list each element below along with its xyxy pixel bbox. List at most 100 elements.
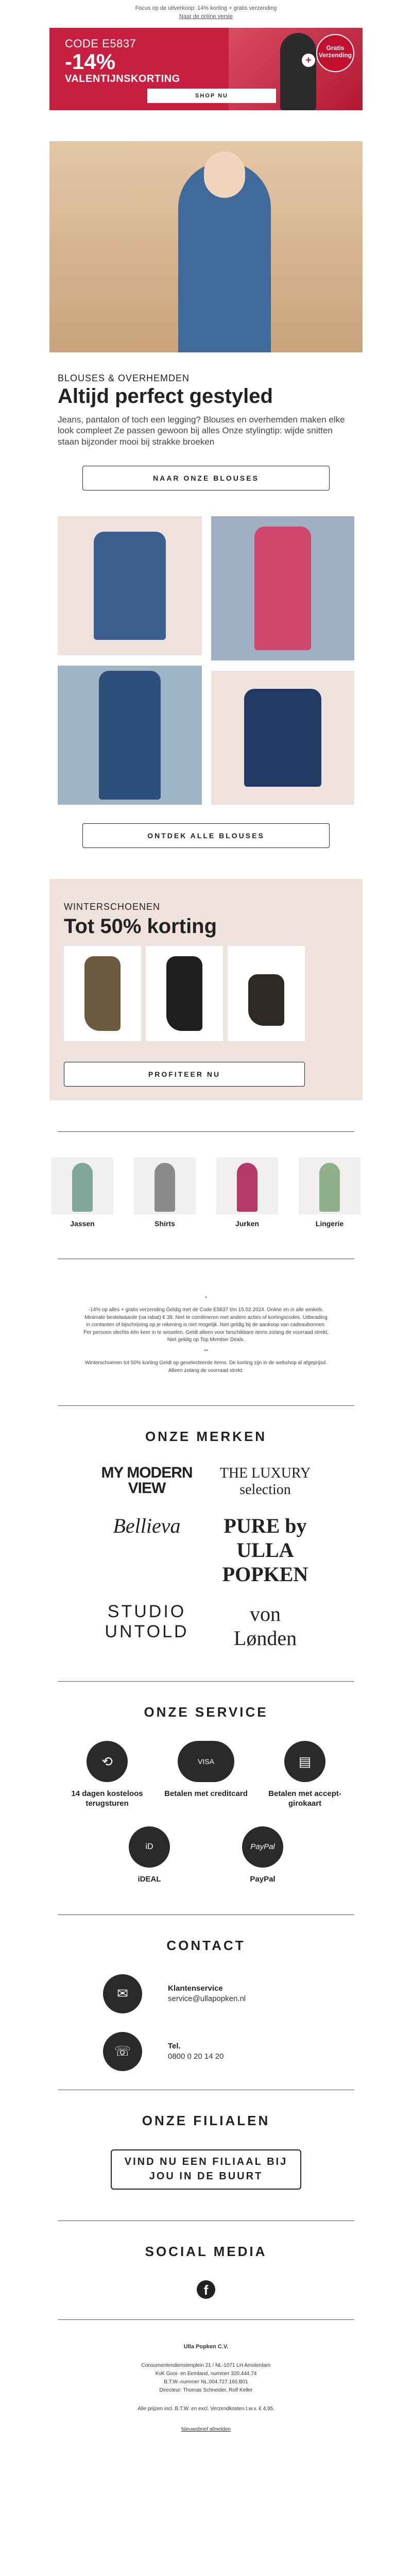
phone-icon: ☏ xyxy=(103,2031,142,2071)
blouse-image xyxy=(94,531,166,640)
promo-model-image xyxy=(280,33,316,110)
footnote-text: -14% op alles + gratis verzending Geldig… xyxy=(83,1307,329,1343)
service-row-2: iD iDEAL PayPal PayPal xyxy=(108,1826,304,1884)
service-item: ▤ Betalen met accept-girokaart xyxy=(255,1741,354,1809)
service-label: 14 dagen kosteloos terugsturen xyxy=(71,1789,143,1808)
blouse-image xyxy=(244,688,321,787)
service-grid: ⟲ 14 dagen kosteloos terugsturen VISA Be… xyxy=(58,1741,354,1809)
service-item: ⟲ 14 dagen kosteloos terugsturen xyxy=(58,1741,157,1809)
product-tile[interactable] xyxy=(58,516,202,655)
promo-text: CODE E5837 -14% VALENTIJNSKORTING xyxy=(65,37,180,85)
service-heading: ONZE SERVICE xyxy=(144,1704,268,1720)
footnote-marker: * xyxy=(205,1295,207,1301)
boot-image xyxy=(84,956,121,1031)
footnote-marker: ** xyxy=(204,1348,208,1354)
category-image xyxy=(134,1157,196,1214)
divider xyxy=(58,2319,354,2320)
category-figure xyxy=(237,1162,258,1212)
shop-now-button[interactable]: SHOP NU xyxy=(147,89,276,103)
mail-icon: ✉ xyxy=(103,1974,142,2013)
category-label: Shirts xyxy=(154,1219,175,1228)
company-directors: Directeur: Thomas Schneider, Rolf Keller xyxy=(159,2387,253,2394)
blouses-text: Jeans, pantalon of toch een legging? Blo… xyxy=(58,415,345,447)
contact-heading: CONTACT xyxy=(166,1937,246,1953)
brand-logo[interactable]: von Lønden xyxy=(216,1602,314,1650)
blouses-kicker: BLOUSES & OVERHEMDEN xyxy=(58,373,190,383)
preheader: Focus op de uitverkoop: 14% korting + gr… xyxy=(135,5,277,11)
social-heading: SOCIAL MEDIA xyxy=(145,2243,267,2259)
unsubscribe-link[interactable]: Nieuwsbrief afmelden xyxy=(88,2426,324,2434)
divider xyxy=(58,1405,354,1406)
creditcard-icon: VISA xyxy=(178,1741,234,1783)
facebook-icon[interactable]: f xyxy=(197,2280,215,2299)
service-label: Betalen met creditcard xyxy=(164,1789,248,1799)
winter-shoes-block: WINTERSCHOENEN Tot 50% korting PROFITEER… xyxy=(49,878,363,1100)
service-label: iDEAL xyxy=(138,1874,161,1884)
footer: Ulla Popken C.V. Consumentendienstenplei… xyxy=(88,2343,324,2434)
divider xyxy=(58,1131,354,1132)
brands-heading: ONZE MERKEN xyxy=(145,1429,267,1445)
shoe-tile[interactable] xyxy=(228,945,305,1041)
brand-logo[interactable]: PURE by ULLA POPKEN xyxy=(216,1514,314,1586)
blouse-model-image xyxy=(99,670,161,800)
category-label: Jurken xyxy=(235,1219,259,1228)
category-figure xyxy=(319,1162,340,1212)
paypal-icon: PayPal xyxy=(242,1826,283,1868)
category-jurken[interactable]: Jurken xyxy=(216,1157,278,1228)
product-tile[interactable] xyxy=(58,665,202,805)
contact-phone-row[interactable]: ☏ Tel. 0800 0 20 14 20 xyxy=(103,2031,412,2071)
service-label: PayPal xyxy=(250,1874,276,1884)
phone-value[interactable]: 0800 0 20 14 20 xyxy=(168,2052,224,2061)
online-version-link[interactable]: Naar de online versie xyxy=(0,13,412,28)
divider xyxy=(58,1681,354,1682)
all-blouses-button[interactable]: ONTDEK ALLE BLOUSES xyxy=(82,823,330,848)
promo-banner[interactable]: CODE E5837 -14% VALENTIJNSKORTING + Grat… xyxy=(49,28,363,110)
category-label: Lingerie xyxy=(315,1219,344,1228)
promo-title: VALENTIJNSKORTING xyxy=(65,73,180,85)
contact-block: ✉ Klantenservice service@ullapopken.nl ☏… xyxy=(103,1974,412,2071)
company-address: Consumentendienstenplein 21 / NL-1071 LH… xyxy=(141,2363,271,2369)
promo-percent: -14% xyxy=(65,49,116,74)
category-lingerie[interactable]: Lingerie xyxy=(299,1157,360,1228)
hero-model-head xyxy=(204,151,245,198)
stores-heading: ONZE FILIALEN xyxy=(142,2112,270,2128)
category-image xyxy=(52,1157,113,1214)
find-store-button[interactable]: VIND NU EEN FILIAAL BIJ JOU IN DE BUURT xyxy=(111,2149,301,2190)
return-box-icon: ⟲ xyxy=(87,1741,128,1783)
plus-icon: + xyxy=(302,54,315,67)
fine-print: * -14% op alles + gratis verzending Geld… xyxy=(82,1295,330,1375)
price-note: Alle prijzen incl. B.T.W. en excl. Verze… xyxy=(138,2406,274,2412)
contact-mail-row[interactable]: ✉ Klantenservice service@ullapopken.nl xyxy=(103,1974,412,2013)
category-row: Jassen Shirts Jurken Lingerie xyxy=(52,1157,360,1228)
free-shipping-badge: Gratis Verzending xyxy=(316,34,354,72)
company-kvk: KvK Gooi- en Eemland, nummer 320.444.74 xyxy=(155,2371,257,2377)
mail-value[interactable]: service@ullapopken.nl xyxy=(168,1994,246,2003)
boot-image xyxy=(166,956,202,1031)
category-shirts[interactable]: Shirts xyxy=(134,1157,196,1228)
shoe-tile[interactable] xyxy=(146,945,223,1041)
shoe-tile[interactable] xyxy=(64,945,141,1041)
category-figure xyxy=(154,1162,175,1212)
footnote-text: Winterschoenen tot 50% korting Geldt op … xyxy=(84,1360,328,1374)
brand-logo[interactable]: MY MODERN VIEW xyxy=(98,1465,196,1498)
to-blouses-button[interactable]: NAAR ONZE BLOUSES xyxy=(82,465,330,490)
product-tile[interactable] xyxy=(211,670,354,805)
boot-image xyxy=(248,974,284,1026)
ideal-icon: iD xyxy=(129,1826,170,1868)
brand-logo[interactable]: Bellieva xyxy=(98,1514,196,1586)
category-jassen[interactable]: Jassen xyxy=(52,1157,113,1228)
hero-image[interactable] xyxy=(49,141,363,352)
service-label: Betalen met accept-girokaart xyxy=(268,1789,341,1808)
promo-code: CODE E5837 xyxy=(65,37,136,50)
winter-title: Tot 50% korting xyxy=(64,914,217,938)
category-figure xyxy=(72,1162,93,1212)
invoice-icon: ▤ xyxy=(284,1741,325,1783)
divider xyxy=(58,1914,354,1915)
brand-logo[interactable]: STUDIO UNTOLD xyxy=(98,1602,196,1650)
product-tile[interactable] xyxy=(211,516,354,660)
brand-logo[interactable]: THE LUXURY selection xyxy=(216,1465,314,1498)
service-item: VISA Betalen met creditcard xyxy=(157,1741,255,1809)
blouse-grid xyxy=(58,516,354,805)
category-image xyxy=(299,1157,360,1214)
profit-now-button[interactable]: PROFITEER NU xyxy=(64,1061,305,1087)
